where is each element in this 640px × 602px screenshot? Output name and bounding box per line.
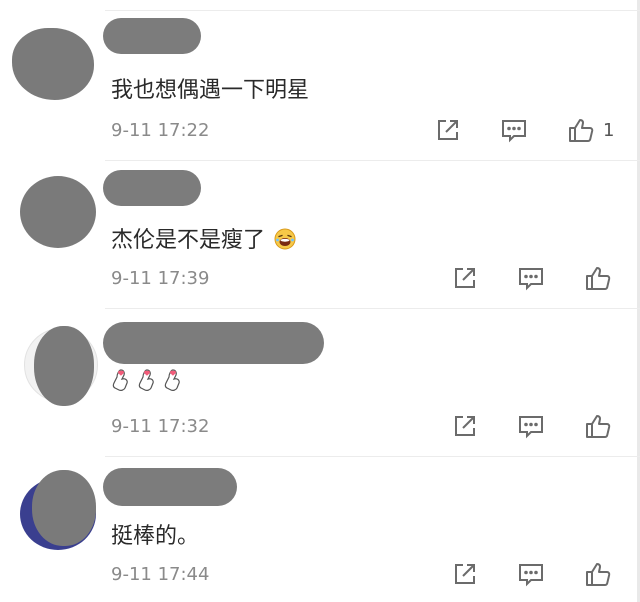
thumbs-up-icon[interactable] — [584, 412, 612, 440]
username-redacted[interactable] — [103, 18, 201, 54]
comment-item: 我也想偶遇一下明星 9-11 17:22 1 — [0, 0, 640, 160]
finger-heart-icon — [138, 369, 154, 391]
comment-text-row — [111, 368, 189, 398]
thumbs-up-icon[interactable] — [584, 560, 612, 588]
comment-item: 杰伦是不是瘦了 9-11 17:39 — [0, 160, 640, 308]
comment-text: 我也想偶遇一下明星 — [111, 78, 310, 103]
comment-timestamp: 9-11 17:22 — [111, 120, 210, 141]
divider — [105, 160, 640, 161]
share-icon[interactable] — [451, 412, 479, 440]
share-icon[interactable] — [451, 264, 479, 292]
username-redacted[interactable] — [103, 322, 324, 364]
share-icon[interactable] — [451, 560, 479, 588]
avatar-redaction — [34, 326, 94, 406]
share-icon[interactable] — [434, 116, 462, 144]
laughing-face-icon — [274, 228, 296, 250]
avatar-redaction — [32, 470, 96, 546]
username-redacted[interactable] — [103, 170, 201, 206]
comment-icon[interactable] — [517, 264, 545, 292]
thumbs-up-icon[interactable] — [567, 116, 595, 144]
comment-text: 杰伦是不是瘦了 — [111, 228, 266, 253]
comment-timestamp: 9-11 17:44 — [111, 564, 210, 585]
comment-item: 挺棒的。 9-11 17:44 — [0, 456, 640, 602]
comment-text: 挺棒的。 — [111, 524, 200, 549]
comment-timestamp: 9-11 17:32 — [111, 416, 210, 437]
divider — [105, 10, 640, 11]
avatar[interactable] — [12, 28, 94, 100]
divider — [105, 308, 640, 309]
comment-icon[interactable] — [517, 412, 545, 440]
comment-item: 9-11 17:32 — [0, 308, 640, 456]
comment-timestamp: 9-11 17:39 — [111, 268, 210, 289]
avatar[interactable] — [20, 176, 96, 248]
comment-text-row: 杰伦是不是瘦了 — [111, 222, 296, 254]
divider — [105, 456, 640, 457]
like-count: 1 — [603, 120, 615, 141]
username-redacted[interactable] — [103, 468, 237, 506]
thumbs-up-icon[interactable] — [584, 264, 612, 292]
comment-icon[interactable] — [500, 116, 528, 144]
comment-icon[interactable] — [517, 560, 545, 588]
finger-heart-icon — [164, 369, 180, 391]
finger-heart-icon — [112, 369, 128, 391]
